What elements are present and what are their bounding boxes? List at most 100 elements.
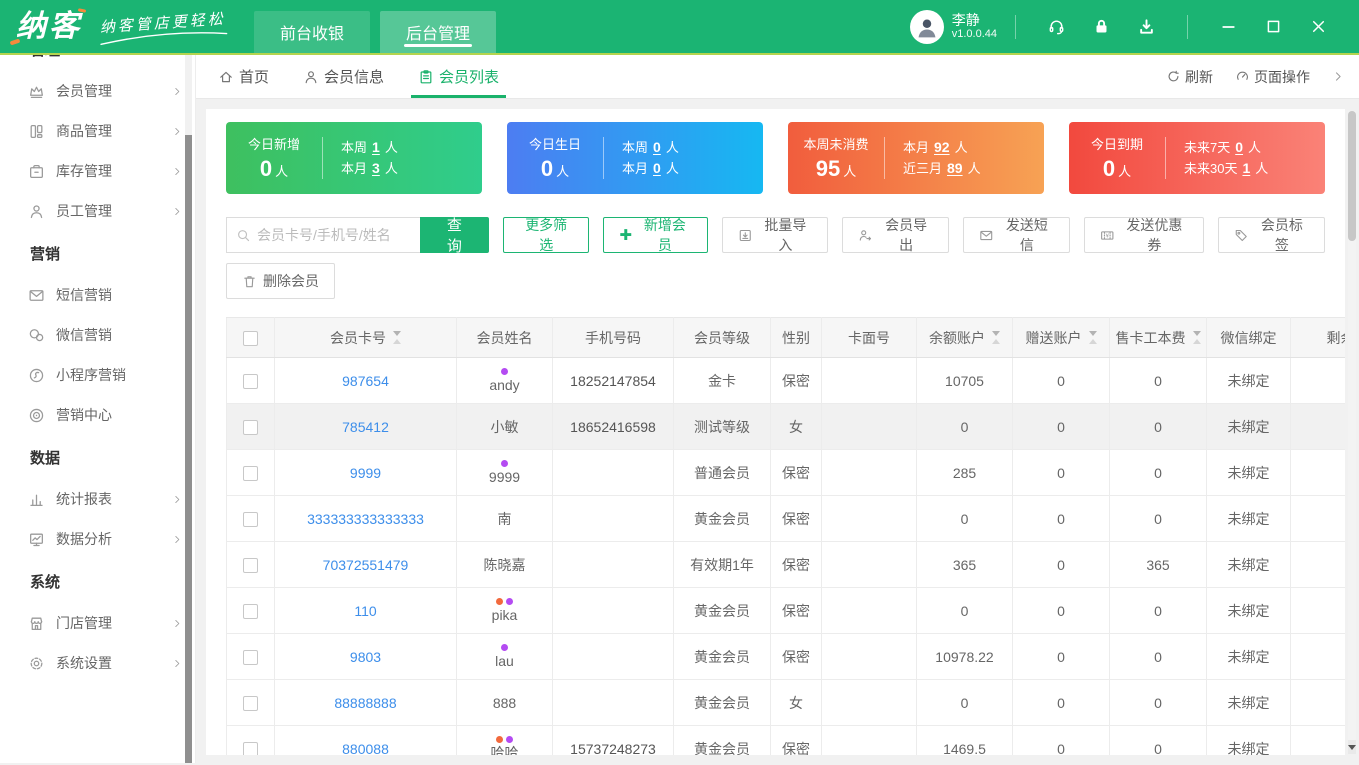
member-card-link[interactable]: 9999 — [350, 465, 381, 481]
select-all-checkbox[interactable] — [243, 330, 258, 346]
member-card-link[interactable]: 880088 — [342, 741, 389, 756]
sidebar-item-inventory-management[interactable]: 库存管理 — [0, 151, 195, 191]
sort-control[interactable] — [393, 331, 401, 344]
member-card-link[interactable]: 110 — [354, 603, 376, 619]
cell-card-face — [821, 725, 917, 755]
row-checkbox[interactable] — [243, 603, 258, 619]
tab-member-list[interactable]: 会员列表 — [411, 55, 507, 98]
app-tagline: 纳客管店更轻松 — [97, 7, 229, 46]
lock-button[interactable] — [1092, 17, 1111, 36]
stat-detail-value[interactable]: 0 — [1235, 139, 1243, 155]
sidebar-item-miniapp-marketing[interactable]: 小程序营销 — [0, 355, 195, 395]
expand-chevron-icon — [172, 534, 183, 545]
search-button[interactable]: 查询 — [419, 217, 490, 255]
topbar-action-icons — [1034, 17, 1169, 36]
stat-detail-value[interactable]: 89 — [947, 160, 963, 176]
send-coupon-button[interactable]: ¥ 发送优惠券 — [1083, 217, 1205, 253]
batch-import-button[interactable]: 批量导入 — [721, 217, 829, 253]
sidebar-item-marketing-center[interactable]: 营销中心 — [0, 395, 195, 435]
content-scrollbar[interactable] — [1348, 111, 1356, 754]
sidebar-item-system-settings[interactable]: 系统设置 — [0, 643, 195, 683]
refresh-button[interactable]: 刷新 — [1166, 67, 1213, 87]
stat-detail-value[interactable]: 3 — [372, 160, 380, 176]
minus-icon — [1222, 26, 1235, 28]
stat-detail-value[interactable]: 0 — [653, 160, 661, 176]
cell-wechat: 未绑定 — [1206, 541, 1291, 588]
cell-card-no: 9999 — [274, 449, 457, 496]
add-member-button[interactable]: ✚ 新增会员 — [603, 217, 708, 253]
sidebar-item-wechat-marketing[interactable]: 微信营销 — [0, 315, 195, 355]
cell-balance: 1469.5 — [916, 725, 1013, 755]
stat-detail-value[interactable]: 92 — [934, 139, 950, 155]
miniapp-icon — [29, 368, 44, 382]
send-sms-button[interactable]: 发送短信 — [963, 217, 1070, 253]
sort-control[interactable] — [1088, 331, 1097, 344]
sort-control[interactable] — [1192, 331, 1201, 344]
sidebar-item-store-management[interactable]: 门店管理 — [0, 603, 195, 643]
topnav-admin[interactable]: 后台管理 — [380, 11, 497, 53]
sidebar-item-statistics-report[interactable]: 统计报表 — [0, 479, 195, 519]
sidebar-item-staff-management[interactable]: 员工管理 — [0, 191, 195, 231]
sidebar-item-product-management[interactable]: 商品管理 — [0, 111, 195, 151]
stat-detail: 近三月 89 人 — [903, 160, 981, 176]
cell-phone — [552, 449, 674, 496]
topnav-cashier[interactable]: 前台收银 — [254, 11, 371, 53]
topbar: 纳客 纳客管店更轻松 前台收银 后台管理 李静 v1.0.0.44 — [0, 0, 1359, 55]
sidebar-scrollbar[interactable] — [185, 55, 192, 763]
close-button[interactable] — [1310, 18, 1327, 35]
row-checkbox[interactable] — [243, 649, 258, 665]
member-card-link[interactable]: 333333333333333 — [307, 511, 424, 527]
trash-icon — [244, 275, 255, 287]
member-card-link[interactable]: 88888888 — [334, 695, 396, 711]
logo-accent — [9, 38, 21, 45]
row-checkbox[interactable] — [243, 695, 258, 711]
stat-card-title: 今日生日 — [528, 137, 581, 152]
member-card-link[interactable]: 785412 — [342, 419, 389, 435]
minimize-button[interactable] — [1220, 18, 1237, 35]
support-button[interactable] — [1047, 17, 1066, 36]
avatar[interactable] — [909, 9, 944, 44]
more-filters-button[interactable]: 更多筛选 — [503, 217, 590, 253]
sidebar-item-member-management[interactable]: 会员管理 — [0, 71, 195, 111]
row-checkbox[interactable] — [243, 373, 258, 389]
row-checkbox[interactable] — [243, 511, 258, 527]
sidebar-item-data-analysis[interactable]: 数据分析 — [0, 519, 195, 559]
member-card-link[interactable]: 70372551479 — [323, 557, 409, 573]
maximize-button[interactable] — [1265, 18, 1282, 35]
sidebar-item-label: 库存管理 — [56, 163, 112, 179]
divider — [1015, 14, 1016, 39]
delete-member-button[interactable]: 删除会员 — [226, 263, 335, 299]
row-checkbox[interactable] — [243, 465, 258, 481]
cell-remaining — [1290, 587, 1345, 634]
sort-control[interactable] — [992, 331, 1000, 344]
member-tag-dots — [457, 460, 552, 467]
row-select-cell — [226, 633, 275, 680]
row-checkbox[interactable] — [243, 557, 258, 573]
search-icon — [238, 229, 250, 241]
download-button[interactable] — [1137, 17, 1156, 36]
cell-gift: 0 — [1012, 541, 1110, 588]
tab-member-info[interactable]: 会员信息 — [303, 55, 384, 98]
member-card-link[interactable]: 987654 — [342, 373, 389, 389]
cell-remaining — [1290, 725, 1345, 755]
sidebar-item-sms-marketing[interactable]: 短信营销 — [0, 275, 195, 315]
member-export-button[interactable]: 会员导出 — [842, 217, 950, 253]
search-input[interactable] — [257, 227, 411, 243]
member-tags-button[interactable]: 会员标签 — [1218, 217, 1325, 253]
cell-wechat: 未绑定 — [1206, 403, 1291, 450]
row-checkbox[interactable] — [243, 741, 258, 755]
stat-detail-value[interactable]: 0 — [653, 139, 661, 155]
sidebar-scrollbar-thumb[interactable] — [185, 135, 192, 763]
cell-level: 黄金会员 — [673, 633, 771, 680]
page-operations-button[interactable]: 页面操作 — [1235, 67, 1310, 87]
scrollbar-down-arrow[interactable] — [1348, 740, 1356, 754]
member-card-link[interactable]: 9803 — [350, 649, 381, 665]
content-scrollbar-thumb[interactable] — [1348, 111, 1356, 241]
cell-gender: 女 — [770, 403, 822, 450]
collapse-chevron-icon[interactable] — [1332, 70, 1345, 83]
stat-detail-value[interactable]: 1 — [372, 139, 380, 155]
col-label: 微信绑定 — [1220, 329, 1277, 346]
row-checkbox[interactable] — [243, 419, 258, 435]
tab-home[interactable]: 首页 — [218, 55, 269, 98]
stat-detail-value[interactable]: 1 — [1242, 160, 1250, 176]
